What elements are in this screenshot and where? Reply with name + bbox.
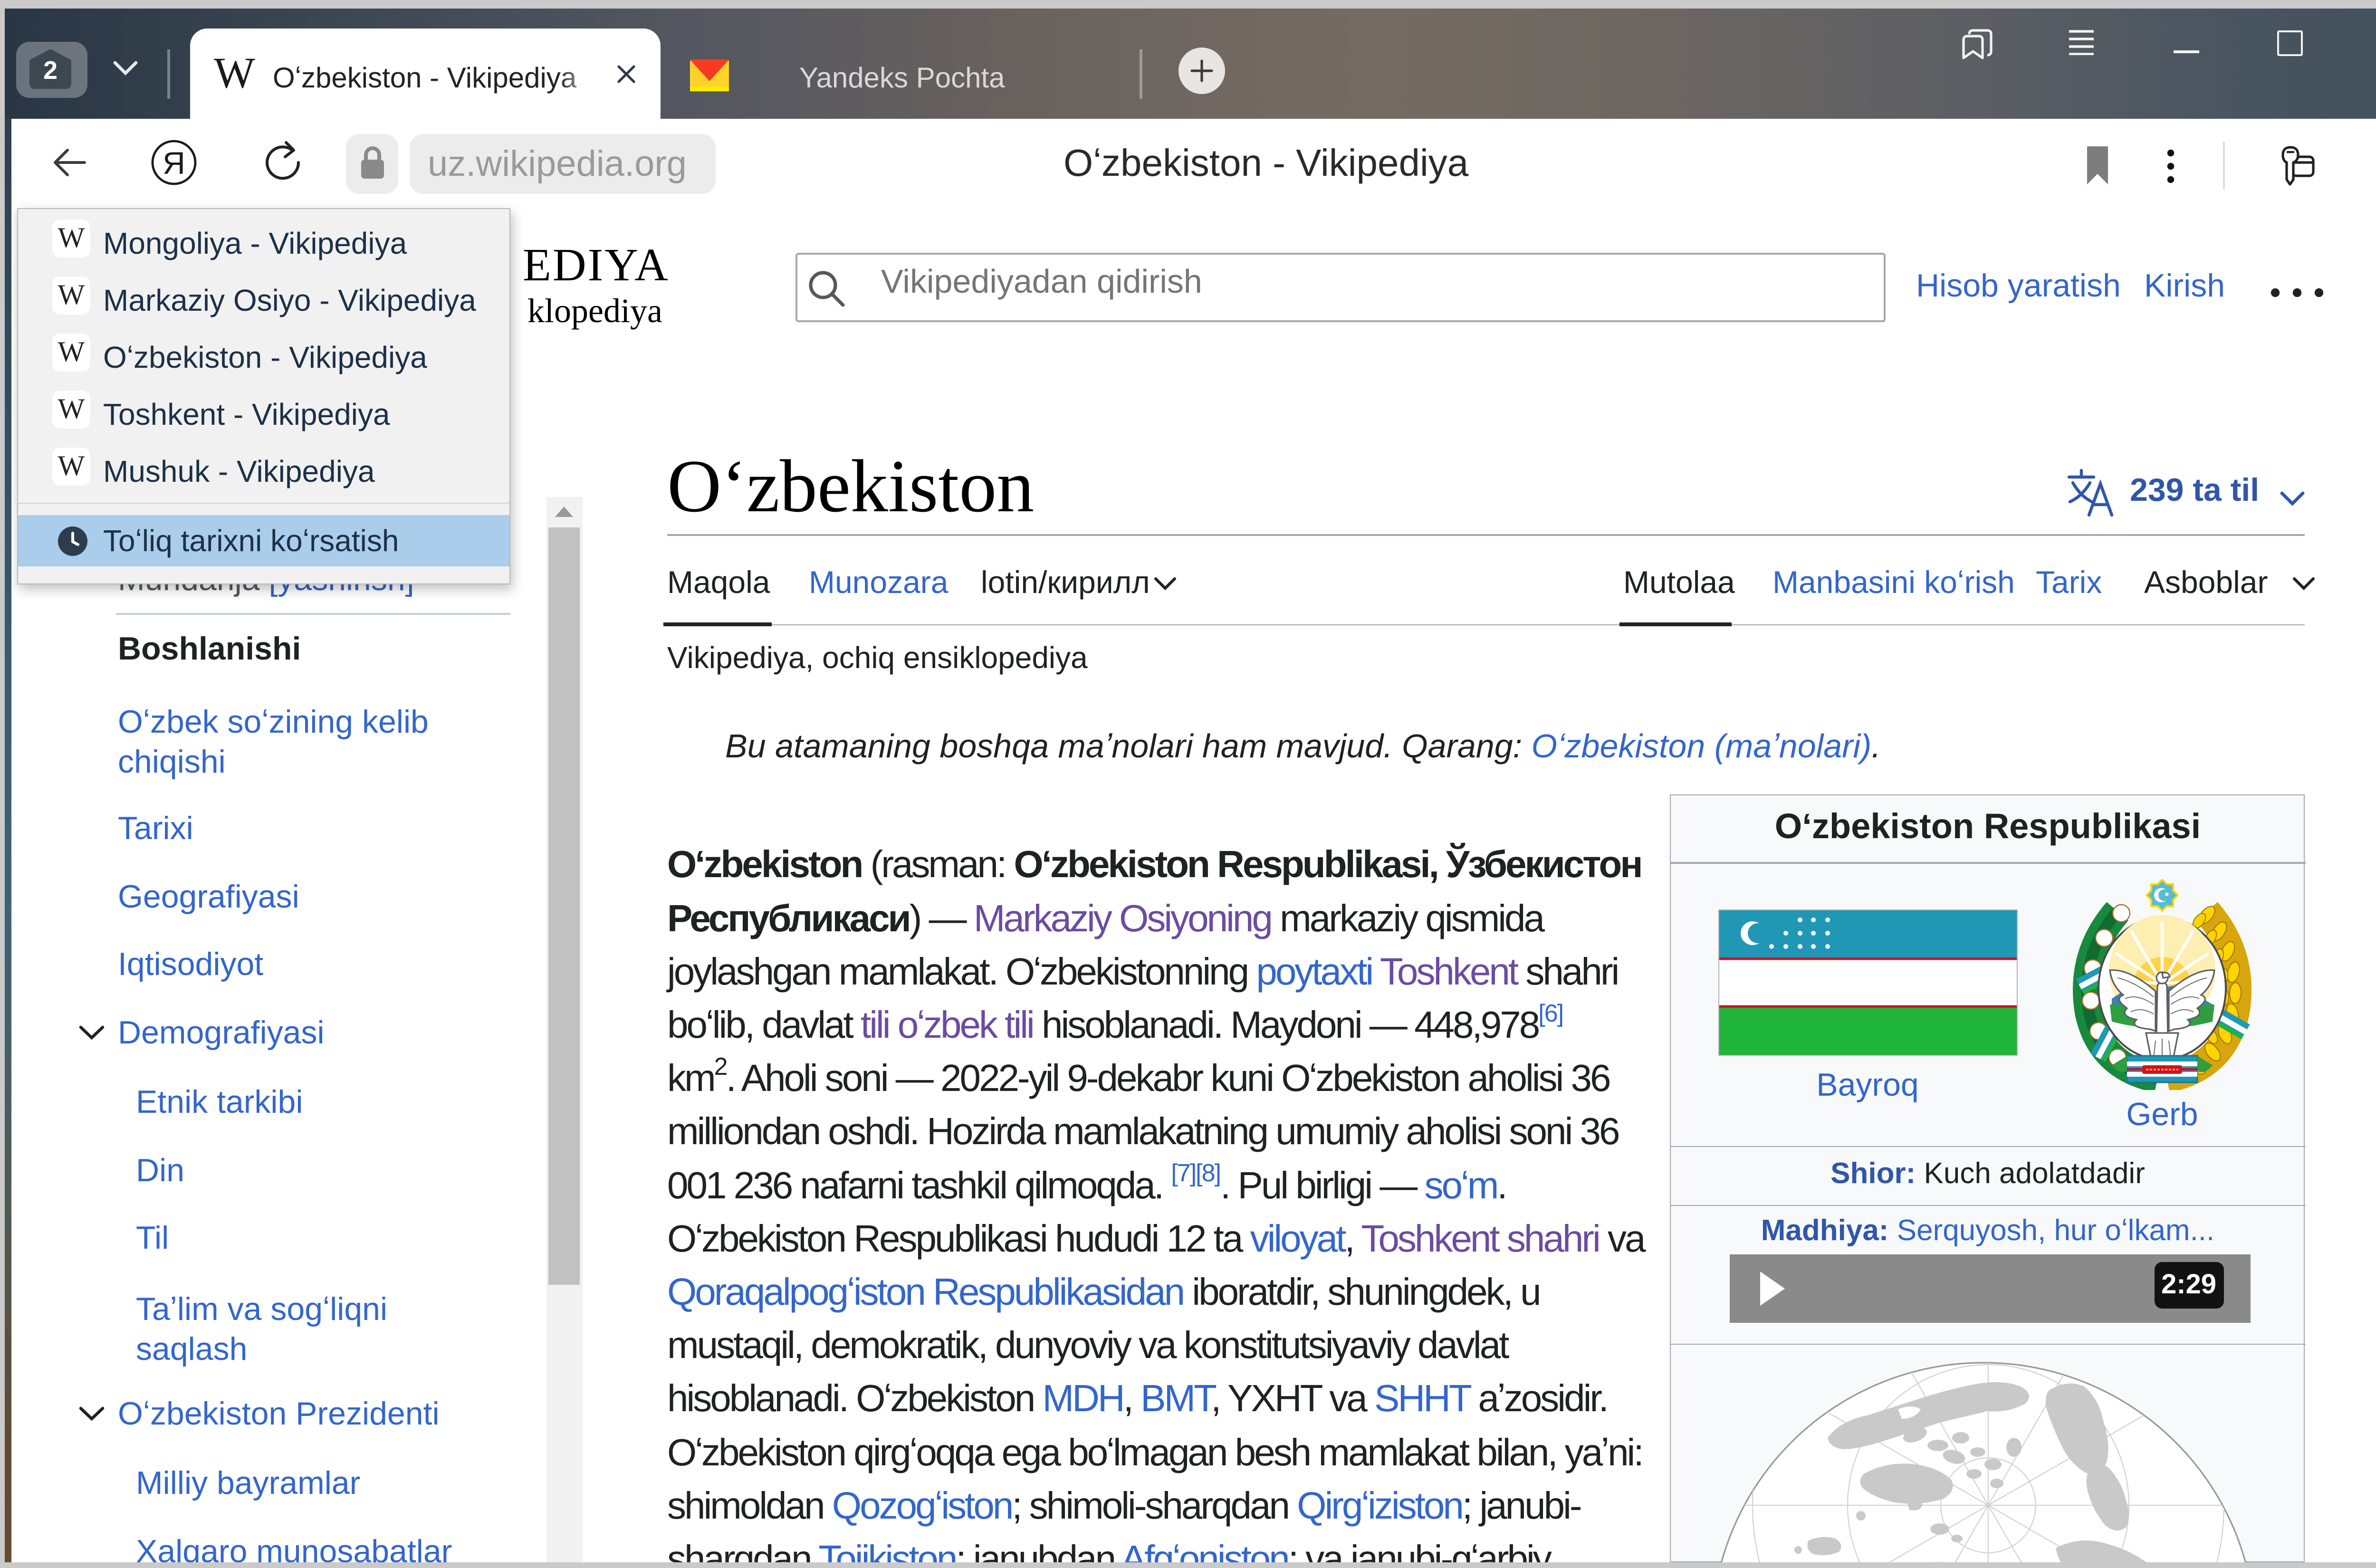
svg-text:Я: Я <box>163 145 185 181</box>
